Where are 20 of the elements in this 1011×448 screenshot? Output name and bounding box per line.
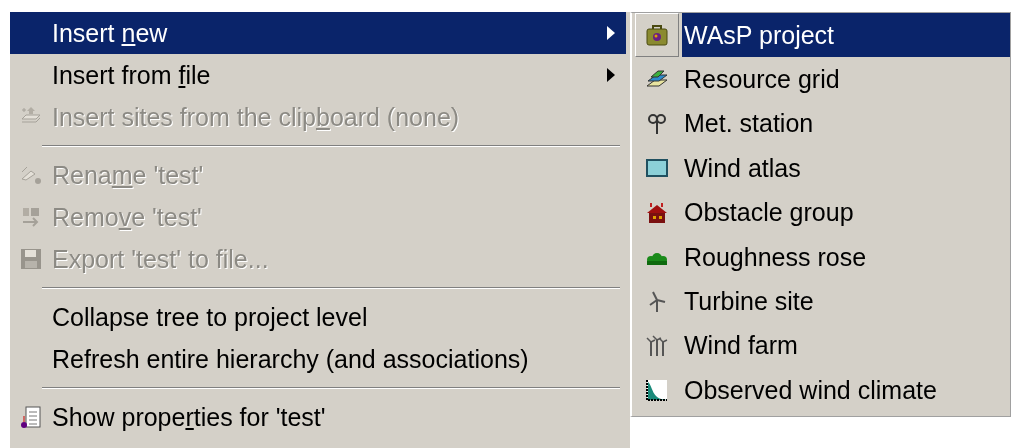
menu-item[interactable]: Refresh entire hierarchy (and associations) [10, 338, 626, 380]
submenu-item[interactable]: WAsP project [682, 13, 1010, 58]
turbine-cluster-icon [645, 333, 669, 358]
document-icon [19, 405, 43, 429]
submenu-item[interactable]: Observed wind climate [682, 368, 1010, 413]
distribution-chart-icon [645, 378, 669, 403]
submenu-item[interactable]: Obstacle group [682, 190, 1010, 235]
briefcase-icon [645, 23, 669, 48]
submenu-item[interactable]: Roughness rose [682, 234, 1010, 280]
submenu-item[interactable]: Met. station [682, 101, 1010, 147]
submenu-item[interactable]: Turbine site [682, 279, 1010, 324]
menu-item[interactable]: Collapse tree to project level [10, 296, 626, 338]
menu-item[interactable]: Insert new [10, 12, 626, 54]
house-icon [645, 200, 669, 225]
submenu-item[interactable]: Resource grid [682, 57, 1010, 102]
submenu-item[interactable]: Wind atlas [682, 146, 1010, 191]
menu-item[interactable]: Insert from file [10, 54, 626, 96]
mast-icon [645, 111, 669, 136]
submenu-item[interactable]: Wind farm [682, 323, 1010, 369]
menu-item[interactable]: Show properties for 'test' [10, 396, 626, 438]
